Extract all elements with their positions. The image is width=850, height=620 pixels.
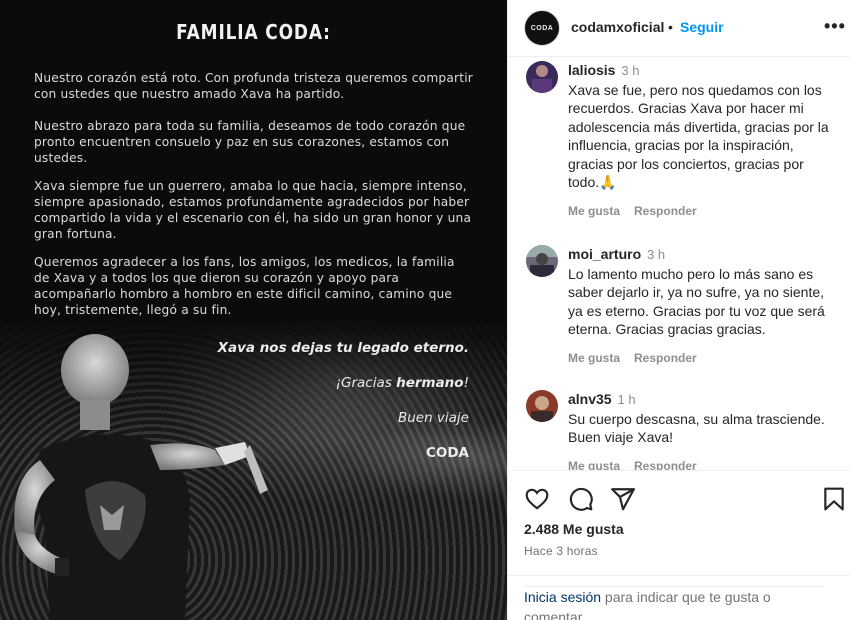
comment-username[interactable]: moi_arturo xyxy=(568,246,641,262)
comment-time: 3 h xyxy=(621,63,640,78)
comment-text: moi_arturo 3 h Lo lamento mucho pero lo … xyxy=(568,245,838,339)
comment-username[interactable]: laliosis xyxy=(568,62,615,78)
share-icon[interactable] xyxy=(610,486,636,512)
reply-button[interactable]: Responder xyxy=(634,351,697,365)
post-image: FAMILIA CODA: Nuestro corazón está roto.… xyxy=(0,0,507,620)
likes-count[interactable]: 2.488 Me gusta xyxy=(524,521,624,537)
comment-text: alnv35 1 h Su cuerpo descasna, su alma t… xyxy=(568,390,838,447)
comment-actions: Me gusta Responder xyxy=(568,459,711,470)
login-prompt: Inicia sesión para indicar que te gusta … xyxy=(524,586,824,620)
avatar[interactable] xyxy=(526,390,558,422)
post-paragraph: Xava siempre fue un guerrero, amaba lo q… xyxy=(34,179,472,241)
avatar[interactable] xyxy=(526,61,558,93)
comments-list[interactable]: laliosis 3 h Xava se fue, pero nos queda… xyxy=(508,57,850,470)
post-side-panel: CODA codamxoficial • Seguir ••• laliosis… xyxy=(507,0,850,620)
thanks-line: ¡Gracias hermano! xyxy=(335,375,469,391)
heart-icon[interactable] xyxy=(524,486,550,512)
author-username[interactable]: codamxoficial xyxy=(571,19,664,35)
comment-message: Su cuerpo descasna, su alma trasciende. … xyxy=(568,410,825,446)
like-comment-button[interactable]: Me gusta xyxy=(568,351,620,365)
singer-photo xyxy=(14,334,268,620)
comment-username[interactable]: alnv35 xyxy=(568,391,612,407)
farewell-line: Buen viaje xyxy=(397,410,469,426)
more-options-icon[interactable]: ••• xyxy=(824,16,846,37)
comment-icon[interactable] xyxy=(568,486,594,512)
comment-time: 3 h xyxy=(647,247,666,262)
comment-message: Xava se fue, pero nos quedamos con los r… xyxy=(568,81,829,191)
post-actions: 2.488 Me gusta Hace 3 horas Inicia sesió… xyxy=(508,470,850,620)
post-paragraph: Nuestro abrazo para toda su familia, des… xyxy=(34,119,466,165)
login-link[interactable]: Inicia sesión xyxy=(524,589,601,605)
bookmark-icon[interactable] xyxy=(821,486,847,512)
post-title: FAMILIA CODA: xyxy=(176,20,331,44)
follow-button[interactable]: Seguir xyxy=(680,19,724,35)
avatar[interactable] xyxy=(526,245,558,277)
post-timestamp: Hace 3 horas xyxy=(524,544,598,558)
comment-actions: Me gusta Responder xyxy=(568,351,711,365)
post-paragraph: Nuestro corazón está roto. Con profunda … xyxy=(34,71,473,101)
post-paragraph: Queremos agradecer a los fans, los amigo… xyxy=(34,255,455,317)
closing-line: Xava nos dejas tu legado eterno. xyxy=(217,340,469,356)
divider xyxy=(508,575,850,576)
comment-actions: Me gusta Responder xyxy=(568,204,711,218)
post-header: CODA codamxoficial • Seguir ••• xyxy=(508,0,850,57)
like-comment-button[interactable]: Me gusta xyxy=(568,459,620,470)
comment-message: Lo lamento mucho pero lo más sano es sab… xyxy=(568,265,825,338)
signature: CODA xyxy=(425,445,469,461)
comment-text: laliosis 3 h Xava se fue, pero nos queda… xyxy=(568,61,838,192)
separator-dot: • xyxy=(668,19,673,35)
reply-button[interactable]: Responder xyxy=(634,459,697,470)
comment-time: 1 h xyxy=(617,392,636,407)
like-comment-button[interactable]: Me gusta xyxy=(568,204,620,218)
reply-button[interactable]: Responder xyxy=(634,204,697,218)
avatar[interactable]: CODA xyxy=(524,10,560,46)
